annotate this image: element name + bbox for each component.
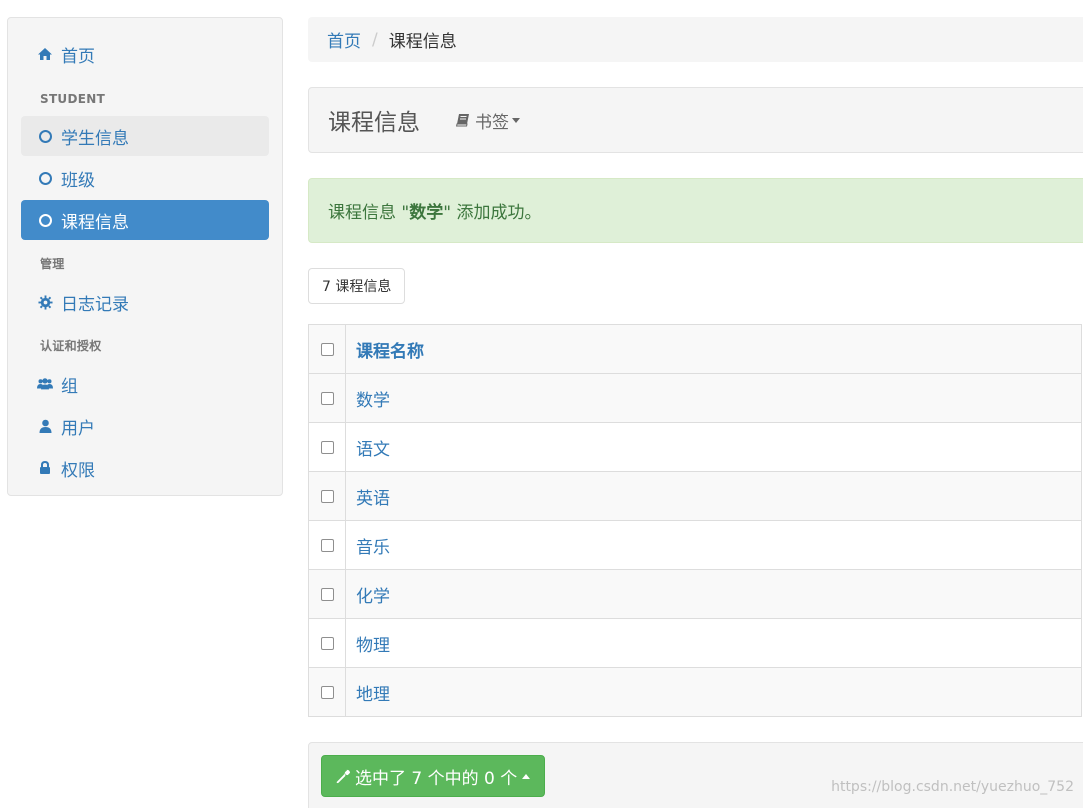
sidebar-item-label: 权限 — [61, 460, 95, 481]
watermark: https://blog.csdn.net/yuezhuo_752 — [831, 779, 1074, 795]
users-icon — [37, 376, 53, 392]
bookmark-dropdown[interactable]: 书签 — [456, 108, 520, 133]
row-checkbox[interactable] — [320, 391, 334, 405]
section-header-admin: 管理 — [40, 257, 65, 271]
course-name-link[interactable]: 化学 — [345, 569, 1082, 619]
row-checkbox[interactable] — [320, 538, 334, 552]
book-icon — [456, 113, 470, 127]
row-checkbox[interactable] — [320, 489, 334, 503]
section-header-auth: 认证和授权 — [40, 339, 102, 353]
sidebar-item-home[interactable]: 首页 — [21, 34, 269, 74]
select-all-checkbox[interactable] — [320, 342, 334, 356]
sidebar: 首页 STUDENT 学生信息 班级 课程信息 管理 日志记录 认证和授权 组 — [7, 17, 283, 496]
alert-item-name: 数学 — [409, 203, 444, 223]
action-bar: 选中了 7 个中的 0 个 — [308, 742, 1083, 808]
alert-suffix: " 添加成功。 — [443, 203, 542, 223]
table-row: 英语 — [308, 471, 1082, 521]
section-header-student: STUDENT — [40, 92, 106, 106]
result-count[interactable]: 7 课程信息 — [308, 268, 406, 304]
alert-prefix: 课程信息 " — [328, 203, 410, 223]
circle-icon — [37, 170, 53, 186]
table-row: 数学 — [308, 373, 1082, 423]
table-header-row: 课程名称 — [308, 324, 1082, 374]
sidebar-item-log[interactable]: 日志记录 — [21, 282, 269, 322]
row-checkbox[interactable] — [320, 636, 334, 650]
sidebar-item-label: 组 — [61, 376, 78, 397]
home-icon — [37, 46, 53, 62]
sidebar-item-label: 班级 — [61, 170, 95, 191]
sidebar-item-label: 课程信息 — [61, 212, 129, 233]
column-header-course-name[interactable]: 课程名称 — [345, 324, 1082, 374]
select-all-cell — [308, 324, 346, 374]
sidebar-item-class[interactable]: 班级 — [21, 158, 269, 198]
row-checkbox[interactable] — [320, 587, 334, 601]
sidebar-item-label: 首页 — [61, 46, 95, 67]
bulk-action-label: 选中了 7 个中的 0 个 — [355, 768, 518, 789]
page-title: 课程信息 — [328, 110, 420, 136]
caret-up-icon — [522, 773, 531, 779]
lock-icon — [37, 460, 53, 476]
course-name-link[interactable]: 数学 — [345, 373, 1082, 423]
bookmark-label: 书签 — [475, 112, 509, 133]
sidebar-item-groups[interactable]: 组 — [21, 364, 269, 404]
table-row: 语文 — [308, 422, 1082, 472]
table-row: 音乐 — [308, 520, 1082, 570]
bulk-action-button[interactable]: 选中了 7 个中的 0 个 — [321, 755, 546, 797]
circle-icon — [37, 128, 53, 144]
row-checkbox[interactable] — [320, 440, 334, 454]
table-row: 物理 — [308, 618, 1082, 668]
user-icon — [37, 418, 53, 434]
row-checkbox[interactable] — [320, 685, 334, 699]
course-name-link[interactable]: 英语 — [345, 471, 1082, 521]
circle-icon — [37, 212, 53, 228]
sidebar-item-course-info[interactable]: 课程信息 — [21, 200, 269, 240]
sidebar-item-label: 日志记录 — [61, 294, 129, 315]
course-name-link[interactable]: 音乐 — [345, 520, 1082, 570]
course-name-link[interactable]: 地理 — [345, 667, 1082, 717]
sidebar-item-permissions[interactable]: 权限 — [21, 448, 269, 488]
page-header: 课程信息 书签 — [308, 87, 1083, 153]
table-row: 地理 — [308, 667, 1082, 717]
course-name-link[interactable]: 语文 — [345, 422, 1082, 472]
gear-icon — [37, 294, 53, 310]
course-table: 课程名称 数学 语文 英语 音乐 化学 物理 地理 — [308, 324, 1082, 717]
caret-down-icon — [512, 117, 520, 123]
breadcrumb-separator: / — [372, 29, 378, 50]
wrench-icon — [336, 769, 351, 784]
breadcrumb-current: 课程信息 — [388, 32, 457, 52]
success-alert: 课程信息 " 数学 " 添加成功。 — [308, 178, 1083, 243]
sidebar-item-label: 学生信息 — [61, 128, 129, 149]
table-row: 化学 — [308, 569, 1082, 619]
breadcrumb: 首页 / 课程信息 — [308, 17, 1083, 62]
sidebar-item-users[interactable]: 用户 — [21, 406, 269, 446]
breadcrumb-home-link[interactable]: 首页 — [327, 27, 361, 52]
sidebar-item-label: 用户 — [61, 418, 95, 439]
course-name-link[interactable]: 物理 — [345, 618, 1082, 668]
sidebar-item-student-info[interactable]: 学生信息 — [21, 116, 269, 156]
